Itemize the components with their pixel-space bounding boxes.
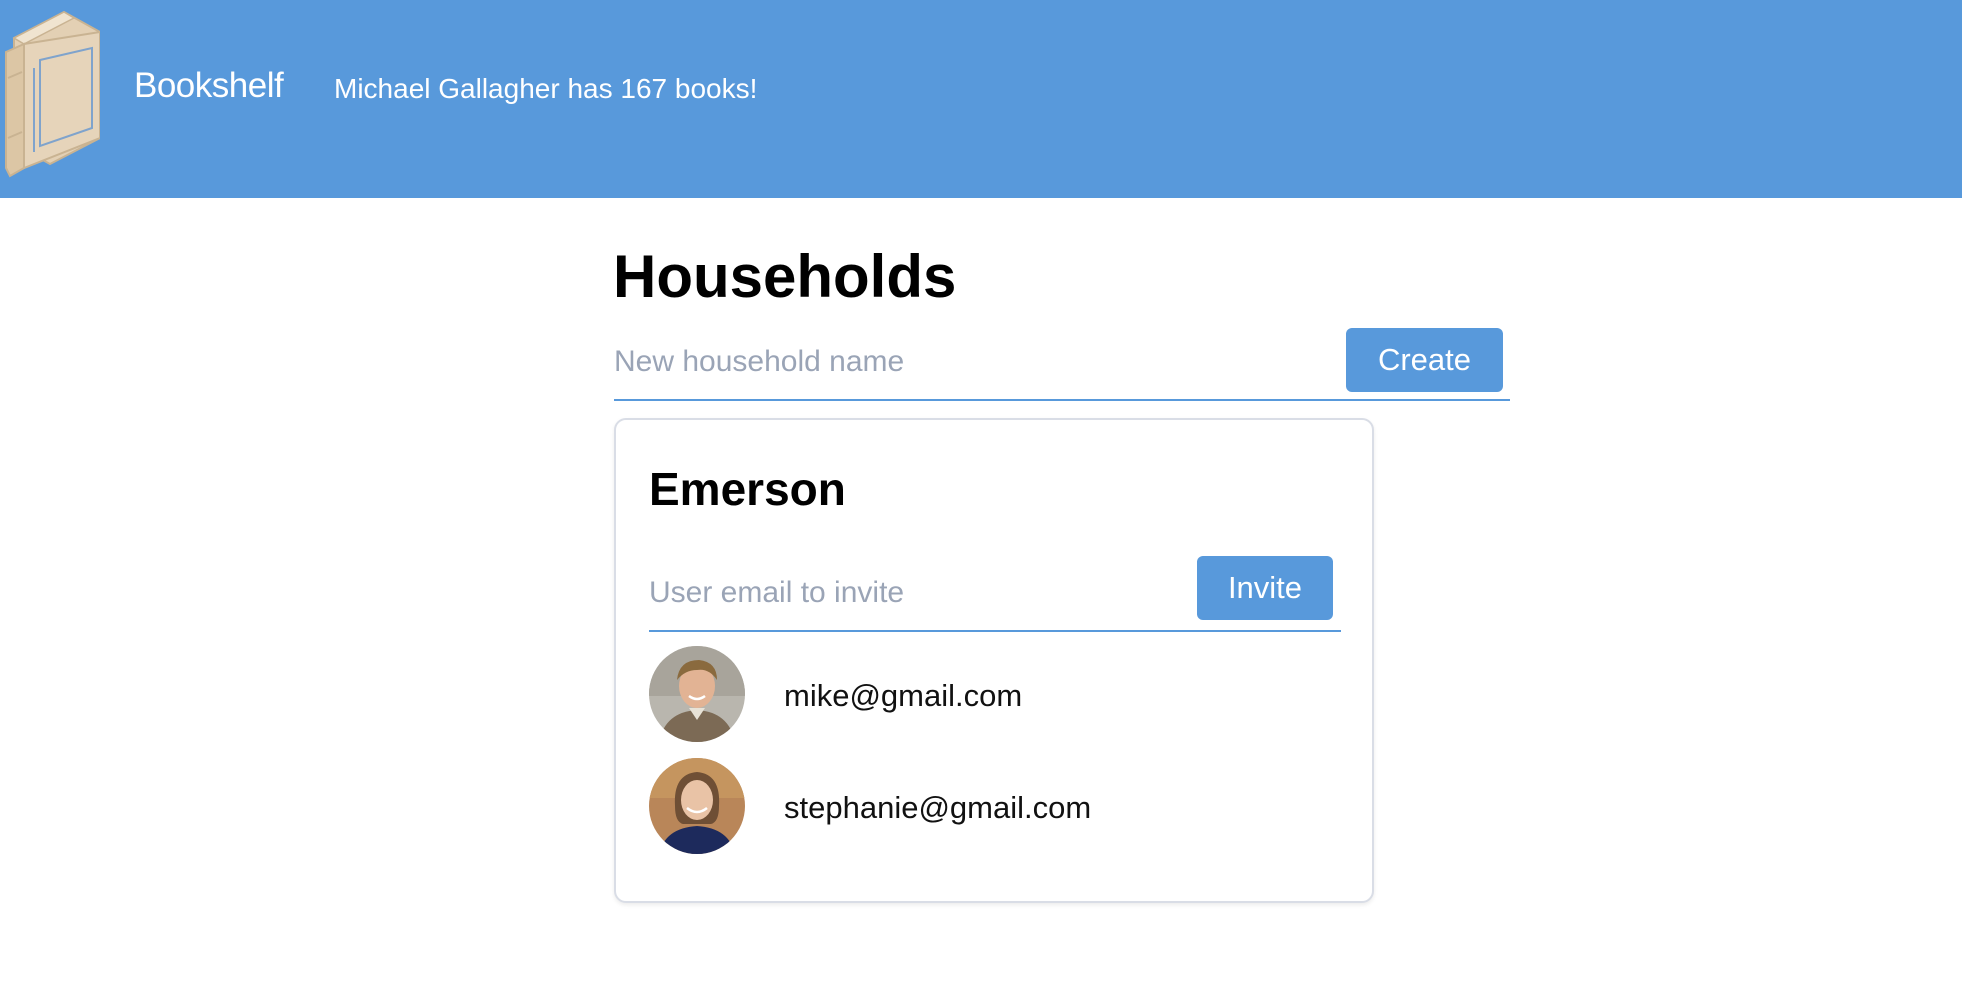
page-title: Households: [613, 243, 957, 310]
member-email: mike@gmail.com: [784, 678, 1023, 713]
create-button[interactable]: Create: [1346, 328, 1503, 392]
brand-name[interactable]: Bookshelf: [134, 66, 284, 106]
invite-button[interactable]: Invite: [1197, 556, 1333, 620]
member-item: stephanie@gmail.com: [649, 758, 1329, 856]
new-household-form: Create: [614, 327, 1510, 401]
book-icon[interactable]: [4, 8, 101, 178]
household-name: Emerson: [649, 463, 846, 515]
invite-email-input[interactable]: [649, 568, 1169, 618]
avatar: [649, 758, 745, 854]
member-email: stephanie@gmail.com: [784, 790, 1092, 825]
header-tagline: Michael Gallagher has 167 books!: [334, 73, 758, 104]
avatar: [649, 646, 745, 742]
top-header: Bookshelf Michael Gallagher has 167 book…: [0, 0, 1962, 198]
member-item: mike@gmail.com: [649, 646, 1329, 744]
new-household-input[interactable]: [614, 337, 1314, 387]
invite-form: Invite: [649, 556, 1341, 632]
household-card: Emerson Invite mike@gmail.com: [614, 418, 1374, 903]
